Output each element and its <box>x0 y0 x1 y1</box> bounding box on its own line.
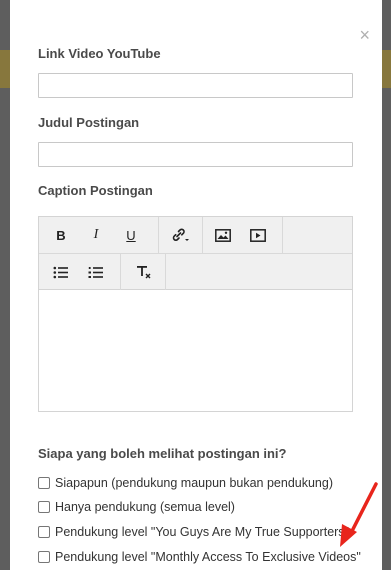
visibility-option-level-exclusive-videos[interactable]: Pendukung level "Monthly Access To Exclu… <box>38 549 361 565</box>
youtube-link-input[interactable] <box>38 73 353 98</box>
visibility-checkbox[interactable] <box>38 551 50 563</box>
italic-button[interactable]: I <box>79 217 113 253</box>
caption-editor-content[interactable] <box>39 291 352 411</box>
editor-toolbar: B I U <box>39 217 352 290</box>
visibility-question: Siapa yang boleh melihat postingan ini? <box>38 446 287 461</box>
bullet-list-button[interactable] <box>44 254 78 290</box>
clear-format-button[interactable] <box>127 254 161 290</box>
post-caption-label: Caption Postingan <box>38 183 153 198</box>
post-title-label: Judul Postingan <box>38 115 140 130</box>
toolbar-divider <box>202 217 203 253</box>
visibility-checkbox[interactable] <box>38 526 50 538</box>
visibility-option-label: Pendukung level "Monthly Access To Exclu… <box>55 550 361 564</box>
numbered-list-button[interactable] <box>79 254 113 290</box>
visibility-option-label: Pendukung level "You Guys Are My True Su… <box>55 525 349 539</box>
visibility-checkbox[interactable] <box>38 477 50 489</box>
insert-video-button[interactable] <box>241 217 275 253</box>
caption-rich-text-editor: B I U <box>38 216 353 412</box>
toolbar-divider <box>282 217 283 253</box>
visibility-option-level-true-supporters[interactable]: Pendukung level "You Guys Are My True Su… <box>38 524 349 540</box>
visibility-option-label: Hanya pendukung (semua level) <box>55 500 235 514</box>
close-icon[interactable]: × <box>359 26 370 44</box>
toolbar-divider <box>158 217 159 253</box>
link-icon <box>172 228 189 241</box>
link-button[interactable] <box>163 217 199 253</box>
bullet-list-icon <box>53 266 68 278</box>
numbered-list-icon <box>88 266 103 278</box>
toolbar-divider <box>120 254 121 290</box>
visibility-option-label: Siapapun (pendukung maupun bukan penduku… <box>55 476 334 490</box>
visibility-option-supporters-only[interactable]: Hanya pendukung (semua level) <box>38 499 235 515</box>
image-icon <box>215 228 231 242</box>
underline-button[interactable]: U <box>114 217 148 253</box>
clear-format-icon <box>137 266 151 279</box>
bold-button[interactable]: B <box>44 217 78 253</box>
editor-toolbar-row-1: B I U <box>39 217 352 254</box>
toolbar-divider <box>165 254 166 290</box>
visibility-option-everyone[interactable]: Siapapun (pendukung maupun bukan penduku… <box>38 475 333 491</box>
insert-image-button[interactable] <box>206 217 240 253</box>
post-title-input[interactable] <box>38 142 353 167</box>
youtube-link-label: Link Video YouTube <box>38 46 161 61</box>
create-post-modal: × Link Video YouTube Judul Postingan Cap… <box>10 0 382 570</box>
editor-toolbar-row-2 <box>39 254 352 290</box>
visibility-checkbox[interactable] <box>38 501 50 513</box>
video-icon <box>250 228 266 242</box>
